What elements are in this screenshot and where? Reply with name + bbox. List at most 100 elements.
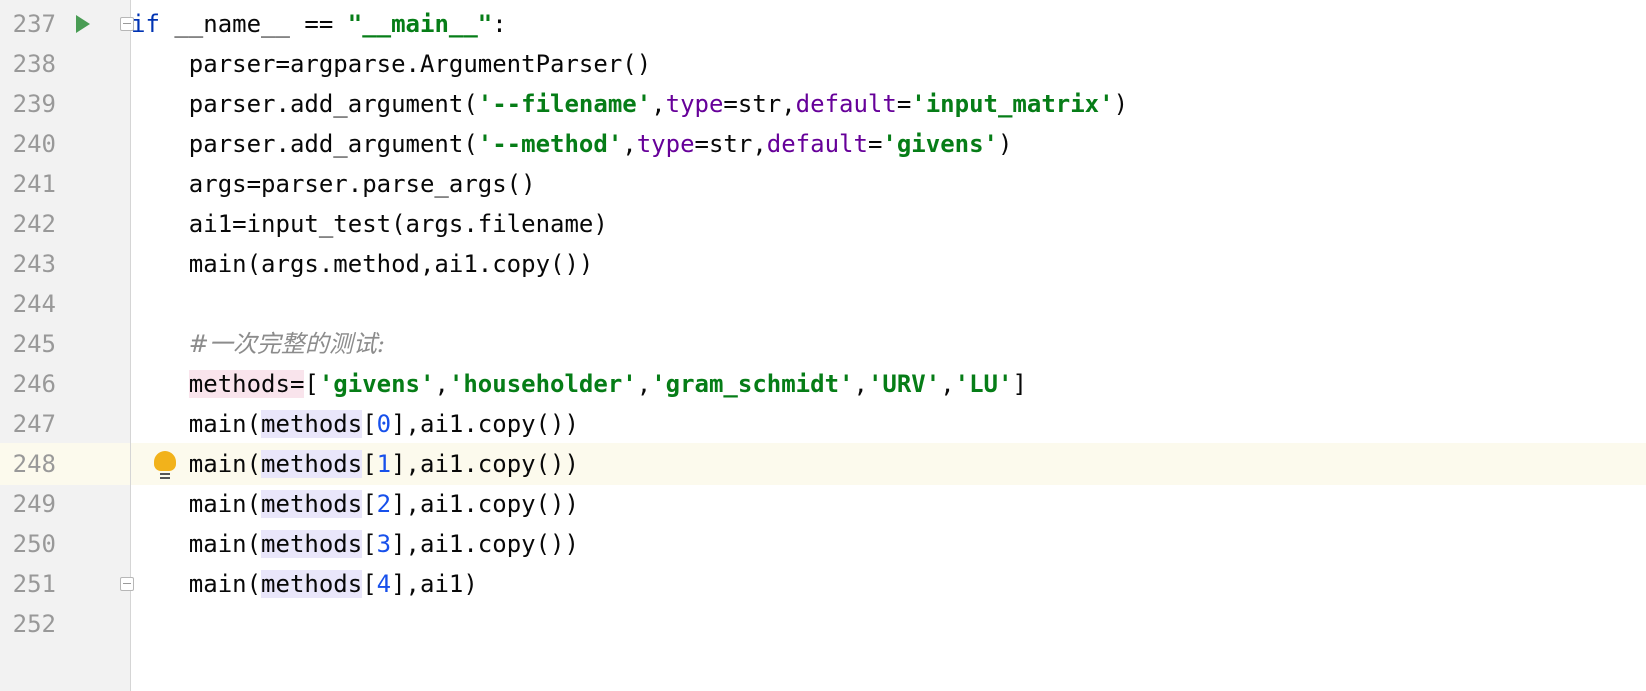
code-area[interactable] — [131, 283, 1646, 325]
code-area[interactable]: methods=['givens','householder','gram_sc… — [131, 363, 1646, 405]
code-line[interactable]: 241 args=parser.parse_args() — [0, 163, 1646, 205]
code-token: [ — [362, 450, 377, 478]
code-token: 'givens' — [882, 130, 998, 158]
line-number: 250 — [12, 530, 56, 558]
gutter-cell[interactable]: 238 — [0, 43, 130, 85]
gutter-cell[interactable]: 250 — [0, 523, 130, 565]
code-area[interactable]: main(methods[0],ai1.copy()) — [131, 403, 1646, 445]
code-token: ],ai1.copy()) — [391, 530, 579, 558]
code-line[interactable]: 242 ai1=input_test(args.filename) — [0, 203, 1646, 245]
code-token: 'URV' — [867, 370, 941, 398]
code-text: parser.add_argument('--filename',type=st… — [131, 83, 1128, 125]
code-token: '--filename' — [477, 90, 652, 118]
code-text: #一次完整的测试: — [131, 323, 385, 365]
line-number: 246 — [12, 370, 56, 398]
code-token: , — [853, 370, 868, 398]
code-token: parser.add_argument( — [131, 90, 478, 118]
line-number: 238 — [12, 50, 56, 78]
code-area[interactable]: if __name__ == "__main__": — [131, 3, 1646, 45]
code-token: 0 — [376, 410, 392, 438]
gutter-cell[interactable]: 247 — [0, 403, 130, 445]
code-token: parser.add_argument( — [131, 130, 478, 158]
code-token: main(args.method,ai1.copy()) — [131, 250, 594, 278]
code-line[interactable]: 252 — [0, 603, 1646, 645]
code-line[interactable]: 237 if __name__ == "__main__": — [0, 3, 1646, 45]
gutter-cell[interactable]: 243 — [0, 243, 130, 285]
run-icon[interactable] — [76, 15, 90, 33]
code-token: methods — [261, 530, 363, 558]
line-number: 249 — [12, 490, 56, 518]
code-line[interactable]: 247 main(methods[0],ai1.copy()) — [0, 403, 1646, 445]
code-area[interactable]: main(methods[2],ai1.copy()) — [131, 483, 1646, 525]
code-token: main( — [131, 570, 262, 598]
code-text: if __name__ == "__main__": — [131, 3, 507, 45]
line-number: 244 — [12, 290, 56, 318]
code-token: parser=argparse.ArgumentParser() — [131, 50, 652, 78]
code-area[interactable]: parser.add_argument('--filename',type=st… — [131, 83, 1646, 125]
code-area[interactable]: main(methods[1],ai1.copy()) — [131, 443, 1646, 485]
intention-bulb-icon[interactable] — [154, 451, 176, 481]
code-text: args=parser.parse_args() — [131, 163, 536, 205]
code-line[interactable]: 240 parser.add_argument('--method',type=… — [0, 123, 1646, 165]
code-line[interactable]: 243 main(args.method,ai1.copy()) — [0, 243, 1646, 285]
code-token: #一次完整的测试: — [188, 330, 385, 358]
code-token: "__main__" — [347, 10, 493, 38]
code-token: main( — [131, 450, 262, 478]
gutter-cell[interactable]: 249 — [0, 483, 130, 525]
code-line[interactable]: 245 #一次完整的测试: — [0, 323, 1646, 365]
code-token: methods — [261, 490, 363, 518]
code-token: ) — [997, 130, 1013, 158]
code-token: default — [795, 90, 897, 118]
code-token: ],ai1.copy()) — [391, 410, 579, 438]
code-token: __name__ == — [159, 10, 348, 38]
code-area[interactable]: main(methods[4],ai1) — [131, 563, 1646, 605]
code-area[interactable]: parser=argparse.ArgumentParser() — [131, 43, 1646, 85]
line-number: 247 — [12, 410, 56, 438]
gutter-cell[interactable]: 245 — [0, 323, 130, 365]
code-area[interactable]: ai1=input_test(args.filename) — [131, 203, 1646, 245]
code-line[interactable]: 244 — [0, 283, 1646, 325]
code-line[interactable]: 248 main(methods[1],ai1.copy()) — [0, 443, 1646, 485]
code-area[interactable]: main(args.method,ai1.copy()) — [131, 243, 1646, 285]
gutter-cell[interactable]: 251 — [0, 563, 134, 605]
gutter-cell[interactable]: 242 — [0, 203, 130, 245]
code-line[interactable]: 238 parser=argparse.ArgumentParser() — [0, 43, 1646, 85]
code-line[interactable]: 239 parser.add_argument('--filename',typ… — [0, 83, 1646, 125]
line-number: 251 — [12, 570, 56, 598]
gutter-cell[interactable]: 240 — [0, 123, 130, 165]
gutter-cell[interactable]: 244 — [0, 283, 130, 325]
code-area[interactable]: main(methods[3],ai1.copy()) — [131, 523, 1646, 565]
line-number: 243 — [12, 250, 56, 278]
code-token: =str, — [694, 130, 767, 158]
gutter-cell[interactable]: 246 — [0, 363, 130, 405]
code-area[interactable] — [131, 603, 1646, 645]
gutter-cell[interactable]: 239 — [0, 83, 130, 125]
code-editor[interactable]: 237 if __name__ == "__main__": 238 parser=… — [0, 0, 1646, 691]
code-line[interactable]: 246 methods=['givens','householder','gra… — [0, 363, 1646, 405]
code-token: main( — [131, 410, 262, 438]
code-area[interactable]: #一次完整的测试: — [131, 323, 1646, 365]
code-area[interactable]: args=parser.parse_args() — [131, 163, 1646, 205]
code-token: [ — [362, 530, 377, 558]
code-token: main( — [131, 530, 262, 558]
code-token: [ — [304, 370, 319, 398]
code-token: , — [651, 90, 666, 118]
code-text: main(methods[3],ai1.copy()) — [131, 523, 579, 565]
line-number: 237 — [12, 10, 56, 38]
code-token: 'givens' — [318, 370, 435, 398]
code-token: ) — [1113, 90, 1129, 118]
code-line[interactable]: 249 main(methods[2],ai1.copy()) — [0, 483, 1646, 525]
gutter-cell[interactable]: 252 — [0, 603, 130, 645]
code-area[interactable]: parser.add_argument('--method',type=str,… — [131, 123, 1646, 165]
gutter-cell[interactable]: 248 — [0, 443, 130, 485]
code-line[interactable]: 251 main(methods[4],ai1) — [0, 563, 1646, 605]
line-number: 239 — [12, 90, 56, 118]
gutter-cell[interactable]: 241 — [0, 163, 130, 205]
line-number: 242 — [12, 210, 56, 238]
code-token: ai1=input_test(args.filename) — [131, 210, 608, 238]
code-text: main(methods[0],ai1.copy()) — [131, 403, 579, 445]
code-text: parser.add_argument('--method',type=str,… — [131, 123, 1013, 165]
gutter-cell[interactable]: 237 — [0, 3, 134, 45]
code-line[interactable]: 250 main(methods[3],ai1.copy()) — [0, 523, 1646, 565]
